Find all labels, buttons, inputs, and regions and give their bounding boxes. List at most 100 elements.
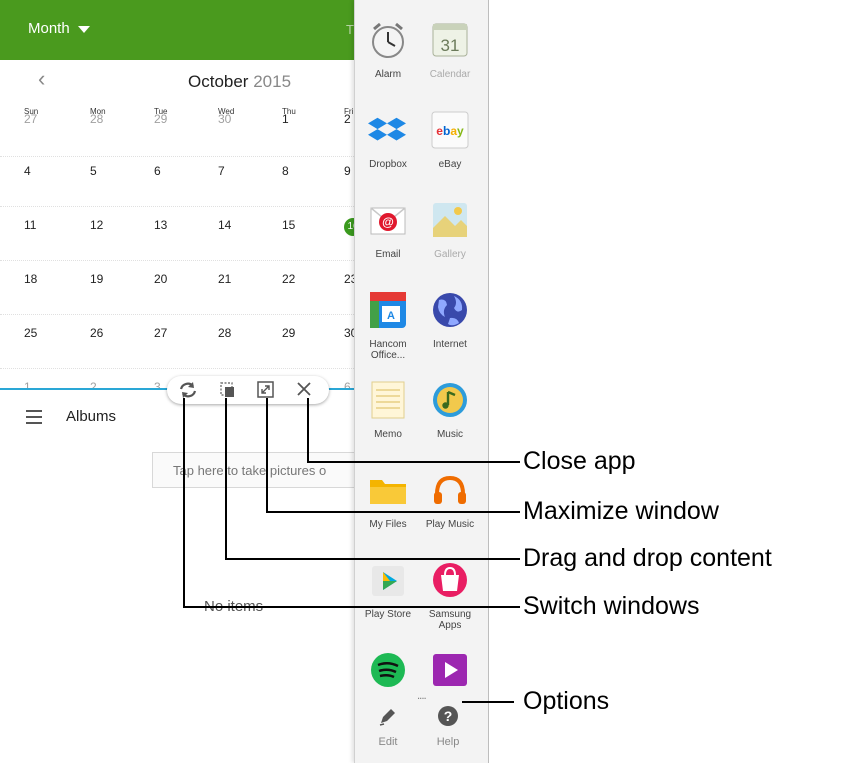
day-cell[interactable]: 27 [24, 110, 88, 156]
tray-app[interactable]: Play Music [421, 470, 479, 530]
tray-app[interactable]: A Hancom Office... [359, 290, 417, 361]
day-number: 26 [90, 326, 104, 340]
day-cell[interactable]: 25 [24, 322, 88, 368]
tray-app[interactable]: 31 Calendar [421, 20, 479, 80]
hancom-office-icon: A [368, 290, 408, 330]
dropdown-caret-icon [77, 25, 90, 33]
tray-app[interactable]: Dropbox [359, 110, 417, 170]
day-cell[interactable]: 28 [90, 110, 154, 156]
callout-leader [462, 701, 514, 703]
hamburger-menu-icon[interactable] [26, 410, 42, 424]
day-cell[interactable]: 1 [282, 110, 346, 156]
month-grid: 27 28 29 30 1 2 4 5 6 7 8 9 11 12 13 14 15 16 18 19 20 21 22 23… [0, 112, 360, 390]
tray-options-handle[interactable]: ‧‧‧‧ [417, 694, 427, 705]
tray-app-label: Gallery [434, 249, 466, 260]
day-cell[interactable]: 8 [282, 160, 346, 206]
chevron-left-icon[interactable]: ‹ [38, 66, 45, 92]
day-cell[interactable]: 29 [154, 110, 218, 156]
day-number: 13 [154, 218, 168, 232]
tray-app[interactable] [359, 650, 417, 690]
day-number: 27 [154, 326, 168, 340]
calendar-icon: 31 [430, 20, 470, 60]
day-cell[interactable]: 7 [218, 160, 282, 206]
day-number: 11 [24, 218, 37, 232]
callout-leader [307, 398, 309, 463]
day-number: 2 [344, 112, 351, 126]
gallery-window: Albums Tap here to take pictures o No it… [0, 390, 382, 763]
tray-app[interactable]: Alarm [359, 20, 417, 80]
day-cell[interactable]: 15 [282, 214, 346, 260]
day-number: 19 [90, 272, 104, 286]
tray-app-label: Dropbox [369, 159, 407, 170]
day-cell[interactable]: 30 [218, 110, 282, 156]
svg-text:?: ? [444, 708, 453, 724]
day-cell[interactable]: 26 [90, 322, 154, 368]
tray-app[interactable]: Play Store [359, 560, 417, 620]
day-cell[interactable]: 11 [24, 214, 88, 260]
callout-label: Drag and drop content [523, 544, 772, 572]
day-cell[interactable]: 20 [154, 268, 218, 314]
internet-globe-icon [430, 290, 470, 330]
switch-windows-icon[interactable] [177, 380, 199, 400]
email-icon: @ [368, 200, 408, 240]
tray-app[interactable]: ebay eBay [421, 110, 479, 170]
week-row: 11 12 13 14 15 16 [0, 214, 360, 261]
tray-app[interactable] [421, 650, 479, 690]
day-number: 27 [24, 112, 38, 126]
tray-app[interactable]: Internet [421, 290, 479, 350]
tray-app[interactable]: Music [421, 380, 479, 440]
gallery-icon [430, 200, 470, 240]
day-cell[interactable]: 6 [154, 160, 218, 206]
tray-app[interactable]: Samsung Apps [421, 560, 479, 631]
multi-window-tray: Alarm 31 Calendar Dropbox ebay eBay @ Email Gall… [354, 0, 488, 763]
today-button[interactable]: T [346, 22, 354, 37]
day-number: 25 [24, 326, 38, 340]
day-number: 8 [282, 164, 289, 178]
alarm-clock-icon [368, 20, 408, 60]
callout-label: Maximize window [523, 497, 719, 525]
day-cell[interactable]: 27 [154, 322, 218, 368]
tray-app[interactable]: My Files [359, 470, 417, 530]
day-cell[interactable]: 29 [282, 322, 346, 368]
day-cell[interactable]: 21 [218, 268, 282, 314]
day-number: 28 [90, 112, 104, 126]
tray-app-label: Memo [374, 429, 402, 440]
help-icon: ? [423, 705, 473, 732]
tray-app[interactable]: @ Email [359, 200, 417, 260]
help-button[interactable]: ? Help [423, 705, 473, 748]
view-mode-dropdown[interactable]: Month [28, 20, 90, 37]
day-cell[interactable]: 14 [218, 214, 282, 260]
memo-icon [368, 380, 408, 420]
help-label: Help [436, 736, 460, 748]
tray-bottom-bar: Edit ? Help [355, 705, 488, 763]
year: 2015 [253, 72, 292, 91]
device-screen: Month T ‹ October 2015 Sun Mon Tue Wed T… [0, 0, 489, 763]
pencil-icon [363, 705, 413, 732]
drag-drop-icon[interactable] [217, 380, 239, 400]
tray-app-label: Music [436, 429, 464, 440]
spotify-icon [368, 650, 408, 690]
day-cell[interactable]: 4 [24, 160, 88, 206]
day-cell[interactable]: 13 [154, 214, 218, 260]
callout-leader [183, 398, 185, 608]
close-icon[interactable] [293, 380, 315, 400]
calendar-header: Month T [0, 0, 360, 60]
day-cell[interactable]: 22 [282, 268, 346, 314]
day-cell[interactable]: 19 [90, 268, 154, 314]
week-row: 4 5 6 7 8 9 [0, 160, 360, 207]
day-number: 7 [218, 164, 225, 178]
callout-leader [225, 558, 520, 560]
day-number: 9 [344, 164, 351, 178]
play-store-icon [368, 560, 408, 600]
day-number: 1 [282, 112, 289, 126]
tray-app[interactable]: Memo [359, 380, 417, 440]
day-cell[interactable]: 28 [218, 322, 282, 368]
tray-app[interactable]: Gallery [421, 200, 479, 260]
week-row: 27 28 29 30 1 2 [0, 110, 360, 157]
day-cell[interactable]: 18 [24, 268, 88, 314]
edit-button[interactable]: Edit [363, 705, 413, 748]
headphones-icon [430, 470, 470, 510]
maximize-icon[interactable] [255, 380, 277, 400]
day-cell[interactable]: 5 [90, 160, 154, 206]
day-cell[interactable]: 12 [90, 214, 154, 260]
